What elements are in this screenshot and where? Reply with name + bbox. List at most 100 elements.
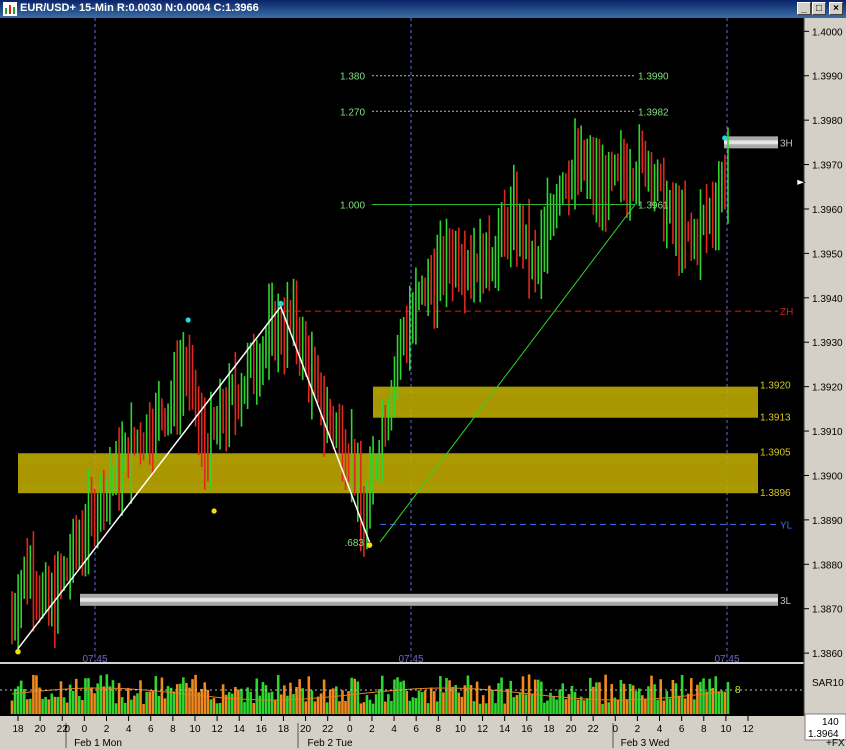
volume-bar — [319, 693, 323, 714]
zigzag-point — [277, 300, 284, 307]
volume-bar — [338, 701, 341, 714]
time-tick-label: 6 — [679, 724, 685, 735]
volume-bar — [289, 682, 292, 714]
time-tick-label: 12 — [212, 724, 224, 735]
volume-bar — [650, 675, 653, 714]
volume-bar — [114, 703, 118, 714]
volume-bar — [506, 688, 509, 714]
time-tick-label: 12 — [477, 724, 489, 735]
time-tick-label: 20 — [35, 724, 47, 735]
window-title: EUR/USD+ 15-Min R:0.0030 N:0.0004 C:1.39… — [20, 2, 259, 14]
volume-bar — [25, 699, 29, 714]
volume-bar — [420, 692, 424, 714]
volume-bar — [540, 681, 543, 714]
corner-label: +FX — [826, 738, 845, 749]
price-zone-core — [373, 394, 758, 410]
close-button[interactable]: × — [829, 2, 843, 15]
volume-bar — [457, 692, 461, 714]
volume-bar — [163, 698, 167, 714]
chart-window: EUR/USD+ 15-Min R:0.0030 N:0.0004 C:1.39… — [0, 0, 846, 750]
volume-bar — [567, 694, 571, 714]
volume-bar — [396, 677, 399, 714]
volume-bar — [436, 701, 439, 714]
volume-bar — [142, 703, 145, 714]
time-tick-label: 20 — [300, 724, 312, 735]
volume-bar — [589, 677, 592, 714]
volume-bar — [191, 679, 194, 714]
volume-bar — [154, 676, 158, 714]
volume-bar — [610, 684, 614, 714]
zone-bottom-label: 1.3913 — [760, 413, 791, 424]
volume-bar — [178, 683, 182, 714]
volume-bar — [417, 690, 421, 714]
volume-bar — [252, 703, 256, 714]
volume-bar — [585, 698, 589, 714]
volume-bar — [552, 696, 555, 714]
volume-bar — [604, 674, 607, 714]
minimize-button[interactable]: _ — [797, 2, 811, 15]
volume-bar — [313, 701, 317, 714]
volume-bar — [696, 684, 699, 714]
time-tick-label: 2 — [369, 724, 375, 735]
time-tick-label: 10 — [189, 724, 201, 735]
volume-bar — [481, 695, 485, 714]
volume-bar — [93, 693, 96, 714]
volume-bar — [56, 696, 60, 714]
date-label: Feb 1 Mon — [74, 738, 122, 749]
volume-bar — [200, 688, 204, 714]
maximize-button[interactable]: □ — [812, 2, 826, 15]
volume-bar — [130, 699, 133, 714]
fib-ratio-label: 1.000 — [340, 201, 365, 212]
volume-bar — [558, 689, 562, 714]
volume-bar — [71, 690, 75, 714]
volume-bar — [546, 700, 549, 714]
time-tick-label-overlap: 0 — [64, 724, 70, 735]
volume-bar — [423, 690, 427, 714]
volume-bar — [13, 688, 17, 714]
volume-bar — [705, 691, 708, 714]
volume-bar — [625, 699, 629, 714]
session-label: 07:45 — [82, 654, 107, 665]
level-label: 3H — [780, 138, 793, 149]
date-label: Feb 3 Wed — [621, 738, 670, 749]
price-tick-label: 1.3870 — [812, 605, 843, 616]
swing-dot — [211, 508, 217, 514]
volume-bar — [644, 698, 647, 714]
price-chart[interactable]: 07:45 07:45 07:45 1.3920 1.3913 1.3905 1.3896… — [0, 18, 846, 750]
volume-bar — [414, 697, 418, 714]
volume-bar — [677, 695, 681, 714]
volume-bar — [10, 700, 14, 714]
volume-bar — [555, 699, 558, 714]
time-tick-label: 22 — [588, 724, 600, 735]
plot-area[interactable] — [0, 18, 804, 662]
time-tick-label: 6 — [148, 724, 154, 735]
volume-bar — [598, 682, 601, 714]
volume-bar — [90, 687, 93, 714]
volume-bar — [717, 691, 721, 714]
volume-bar — [683, 698, 687, 714]
volume-bar — [509, 680, 513, 714]
volume-bar — [182, 677, 185, 714]
volume-bar — [44, 697, 47, 714]
volume-bar — [641, 695, 644, 714]
time-tick-label: 16 — [521, 724, 533, 735]
price-tick-label: 1.3860 — [812, 649, 843, 660]
volume-bar — [680, 674, 684, 714]
volume-bar — [29, 698, 32, 714]
volume-bar — [647, 686, 650, 714]
volume-bar — [408, 700, 412, 714]
time-tick-label: 20 — [565, 724, 577, 735]
price-tick-label: 1.3970 — [812, 161, 843, 172]
time-tick-label: 2 — [635, 724, 641, 735]
price-tick-label: 1.3990 — [812, 72, 843, 83]
volume-bar — [442, 692, 445, 714]
volume-bar — [99, 675, 103, 714]
level-bar-shine — [724, 140, 778, 145]
volume-bar — [172, 691, 176, 714]
volume-bar — [702, 678, 705, 714]
fib-ratio-label: 1.270 — [340, 107, 365, 118]
time-tick-label: 6 — [413, 724, 419, 735]
level-bar-shine — [80, 597, 778, 602]
title-bar[interactable]: EUR/USD+ 15-Min R:0.0030 N:0.0004 C:1.39… — [0, 0, 846, 18]
volume-bar — [387, 694, 390, 714]
